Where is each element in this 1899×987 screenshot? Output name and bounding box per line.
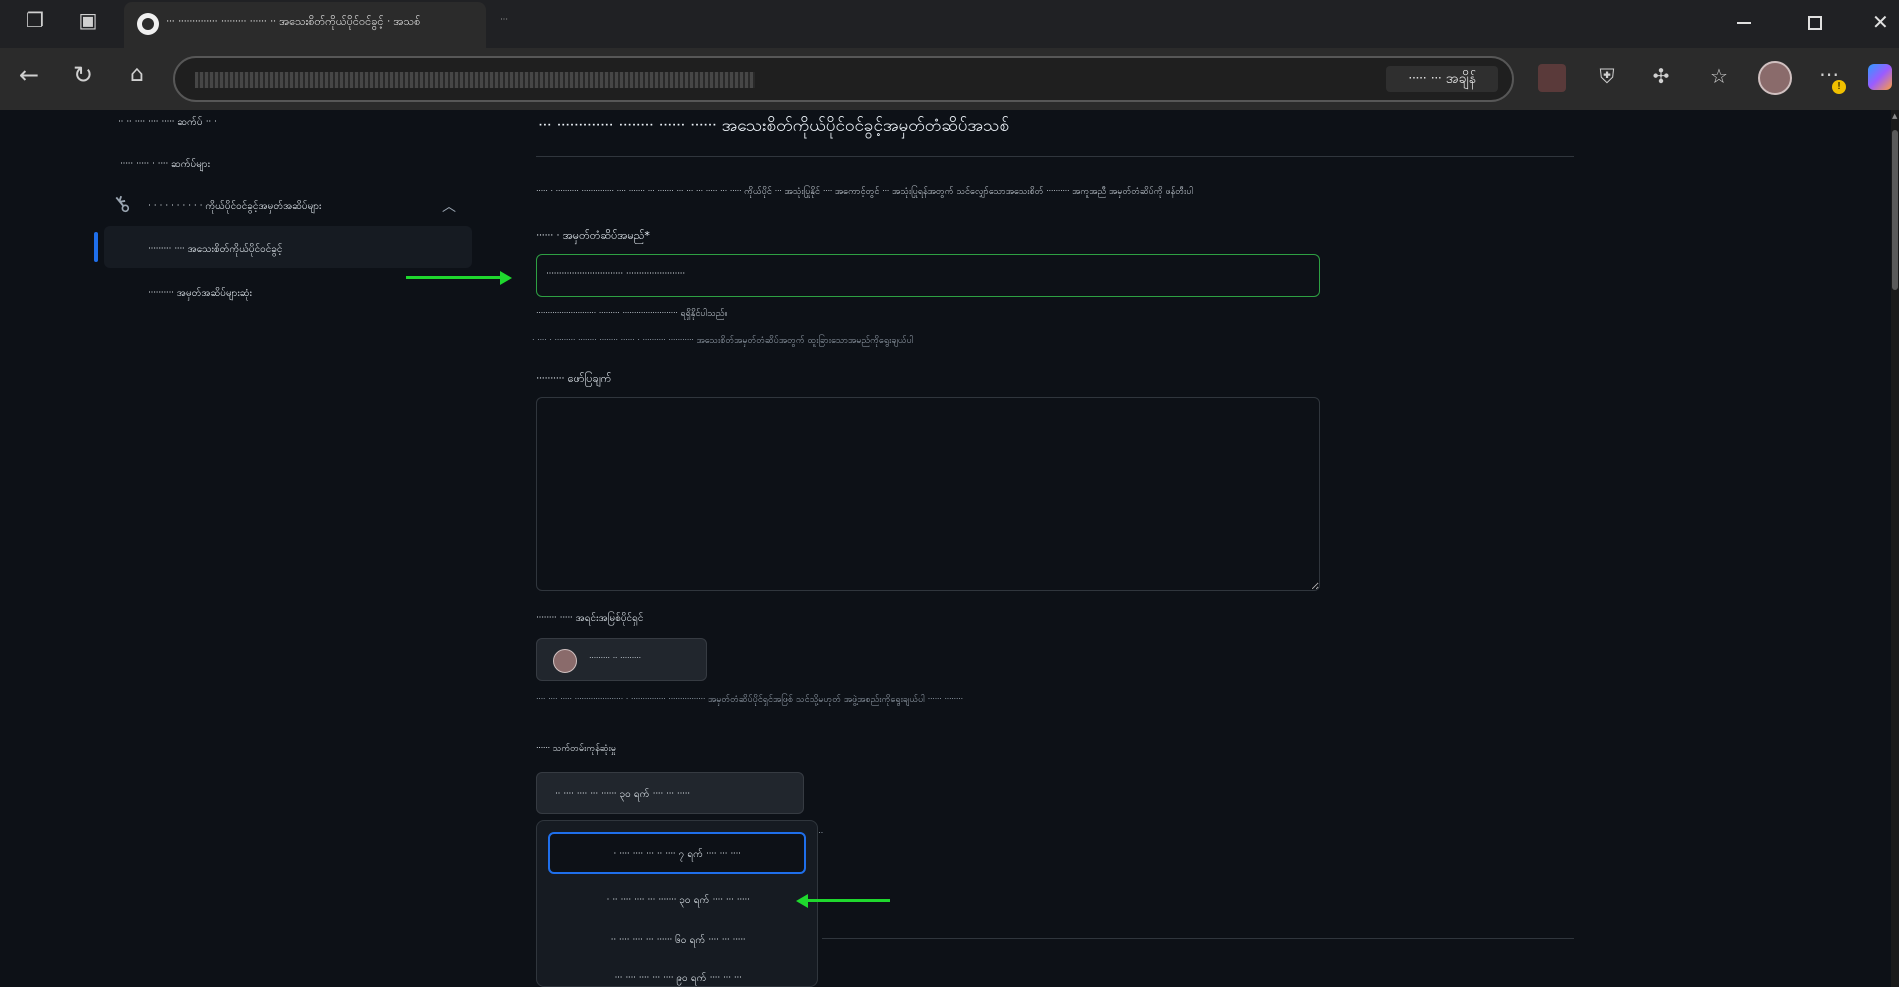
scrollbar-track[interactable]: ▲ <box>1891 110 1899 987</box>
token-name-label: ᐧᐧᐧᐧᐧᐧ ᐧ အမှတ်တံဆိပ်အမည်* <box>536 229 650 245</box>
expiration-option-30-days[interactable]: ᐧ ᐧᐧ ᐧᐧᐧᐧ ᐧᐧᐧᐧ ᐧᐧᐧ ᐧᐧᐧᐧᐧᐧᐧ ၃၀ ရက် ᐧᐧᐧᐧ ᐧ… <box>537 893 819 908</box>
token-name-label-text: ᐧᐧᐧᐧᐧᐧ ᐧ အမှတ်တံဆိပ်အမည် <box>536 229 645 242</box>
scrollbar-thumb[interactable] <box>1892 130 1898 290</box>
expiration-option-7-days: ᐧ ᐧᐧᐧᐧ ᐧᐧᐧᐧ ᐧᐧᐧ ᐧᐧ ᐧᐧᐧᐧ ၇ ရက် ᐧᐧᐧᐧ ᐧᐧᐧ ᐧ… <box>613 849 741 860</box>
github-icon <box>137 13 159 35</box>
address-bar[interactable]: ᐧᐧᐧᐧᐧ ᐧᐧᐧ အချိန် <box>173 56 1514 102</box>
sidebar-item-personal-access-tokens[interactable]: ᐧ ᐧ ᐧ ᐧ ᐧ ᐧ ᐧ ᐧ ᐧ ᐧ ကိုယ်ပိုင်ဝင်ခွင့်အမ… <box>148 199 322 214</box>
token-name-help: ᐧ ᐧᐧᐧᐧ ᐧ ᐧᐧᐧᐧᐧᐧᐧᐧᐧ ᐧᐧᐧᐧᐧᐧᐧᐧ ᐧᐧᐧᐧᐧᐧᐧᐧ ᐧᐧᐧ… <box>532 336 914 346</box>
expiration-option-90-days[interactable]: ᐧᐧᐧ ᐧᐧᐧᐧ ᐧᐧᐧᐧ ᐧᐧᐧ ᐧᐧᐧᐧ ၉၀ ရက် ᐧᐧᐧᐧ ᐧᐧᐧ ᐧ… <box>537 971 819 986</box>
annotation-arrow-head <box>500 271 512 285</box>
address-bar-tag[interactable]: ᐧᐧᐧᐧᐧ ᐧᐧᐧ အချိန် <box>1386 66 1498 92</box>
annotation-arrow-2-line <box>806 899 890 902</box>
url-text <box>195 72 755 88</box>
expiration-label: ᐧᐧᐧᐧᐧᐧ သက်တမ်းကုန်ဆုံးမှု <box>536 744 616 754</box>
token-name-value: ᐧᐧᐧᐧᐧᐧᐧᐧᐧᐧᐧᐧᐧᐧᐧᐧᐧᐧᐧᐧᐧᐧᐧᐧᐧᐧᐧᐧᐧᐧ ᐧᐧᐧᐧᐧᐧᐧᐧᐧ… <box>546 269 685 280</box>
refresh-icon[interactable]: ↻ <box>68 63 98 93</box>
sidebar-item-classic-tokens[interactable]: ᐧᐧᐧᐧᐧᐧᐧᐧᐧᐧ အမှတ်အဆိပ်များဆုံး <box>148 286 252 301</box>
token-name-input[interactable]: ᐧᐧᐧᐧᐧᐧᐧᐧᐧᐧᐧᐧᐧᐧᐧᐧᐧᐧᐧᐧᐧᐧᐧᐧᐧᐧᐧᐧᐧᐧ ᐧᐧᐧᐧᐧᐧᐧᐧᐧ… <box>536 254 1320 297</box>
active-tab-title: ᐧᐧᐧ ᐧᐧᐧᐧᐧᐧᐧᐧᐧᐧᐧᐧᐧᐧ ᐧᐧᐧᐧᐧᐧᐧᐧᐧ ᐧᐧᐧᐧᐧᐧ ᐧᐧ အ… <box>166 15 421 28</box>
home-icon[interactable]: ⌂ <box>122 63 152 93</box>
expiration-option-focused[interactable]: ᐧ ᐧᐧᐧᐧ ᐧᐧᐧᐧ ᐧᐧᐧ ᐧᐧ ᐧᐧᐧᐧ ၇ ရက် ᐧᐧᐧᐧ ᐧᐧᐧ ᐧ… <box>548 832 806 874</box>
sidebar-item-fine-grained-label: ᐧᐧᐧᐧᐧᐧᐧᐧᐧ ᐧᐧᐧᐧ အသေးစိတ်ကိုယ်ပိုင်ဝင်ခွင့… <box>148 244 283 255</box>
second-tab[interactable]: ᐧᐧᐧ <box>500 15 508 26</box>
resource-owner-label: ᐧᐧᐧᐧᐧᐧᐧᐧ ᐧᐧᐧᐧᐧ အရင်းအမြစ်ပိုင်ရှင် <box>536 613 644 624</box>
extensions-puzzle-icon[interactable]: ✣ <box>1646 64 1676 94</box>
favorites-icon[interactable]: ☆ <box>1704 64 1734 94</box>
vertical-tabs-icon[interactable]: ▣ <box>73 8 103 38</box>
expiration-select[interactable]: ᐧᐧ ᐧᐧᐧᐧ ᐧᐧᐧᐧ ᐧᐧᐧ ᐧᐧᐧᐧᐧᐧ ၃၀ ရက် ᐧᐧᐧᐧ ᐧᐧᐧ … <box>536 772 804 814</box>
expiration-option-60-days[interactable]: ᐧᐧ ᐧᐧᐧᐧ ᐧᐧᐧᐧ ᐧᐧᐧ ᐧᐧᐧᐧᐧᐧ ၆၀ ရက် ᐧᐧᐧᐧ ᐧᐧᐧ … <box>537 933 819 948</box>
expiration-dropdown-menu: ᐧ ᐧᐧᐧᐧ ᐧᐧᐧᐧ ᐧᐧᐧ ᐧᐧ ᐧᐧᐧᐧ ၇ ရက် ᐧᐧᐧᐧ ᐧᐧᐧ ᐧ… <box>536 820 818 987</box>
shield-icon[interactable]: ⛨ <box>1592 64 1622 94</box>
tab-strip: ❐ ▣ ᐧᐧᐧ ᐧᐧᐧᐧᐧᐧᐧᐧᐧᐧᐧᐧᐧᐧ ᐧᐧᐧᐧᐧᐧᐧᐧᐧ ᐧᐧᐧᐧᐧᐧ … <box>0 0 1899 48</box>
owner-avatar <box>553 649 577 673</box>
sidebar-item-developer-apps[interactable]: ᐧᐧᐧᐧᐧ ᐧᐧᐧᐧᐧ ᐧ ᐧᐧᐧᐧ ဆက်ပ်များ <box>120 157 210 172</box>
resource-owner-help: ᐧᐧᐧᐧ ᐧᐧᐧᐧ ᐧᐧᐧᐧᐧ ᐧᐧᐧᐧᐧᐧᐧᐧᐧᐧᐧᐧᐧᐧᐧᐧᐧᐧᐧᐧᐧ ᐧ … <box>536 695 963 705</box>
restore-icon[interactable] <box>1808 16 1822 30</box>
workspaces-icon[interactable]: ❐ <box>20 8 50 38</box>
warning-icon: ! <box>1832 80 1846 94</box>
divider-bottom <box>822 938 1574 939</box>
profile-avatar[interactable] <box>1758 61 1792 95</box>
page-title: ᐧᐧᐧ ᐧᐧᐧᐧᐧᐧᐧᐧᐧᐧᐧᐧᐧ ᐧᐧᐧᐧᐧᐧᐧᐧ ᐧᐧᐧᐧᐧᐧ ᐧᐧᐧᐧᐧᐧ… <box>538 116 1010 136</box>
close-icon[interactable]: ✕ <box>1872 10 1889 34</box>
token-name-valid-message: ᐧᐧᐧᐧᐧᐧᐧᐧᐧᐧᐧᐧᐧᐧᐧᐧᐧᐧᐧᐧᐧᐧᐧᐧᐧᐧ ᐧᐧᐧᐧᐧᐧᐧᐧᐧ ᐧᐧᐧ… <box>536 309 728 319</box>
active-indicator <box>94 232 98 262</box>
owner-name: ᐧᐧᐧᐧᐧᐧᐧᐧᐧ ᐧᐧ ᐧᐧᐧᐧᐧᐧᐧᐧᐧ <box>589 654 641 664</box>
resource-owner-button[interactable]: ᐧᐧᐧᐧᐧᐧᐧᐧᐧ ᐧᐧ ᐧᐧᐧᐧᐧᐧᐧᐧᐧ <box>536 638 707 681</box>
description-textarea[interactable] <box>536 397 1320 591</box>
copilot-icon[interactable] <box>1868 64 1892 90</box>
extension-icon[interactable] <box>1538 64 1566 92</box>
divider <box>536 156 1574 157</box>
sidebar-item-apps[interactable]: ᐧᐧ ᐧᐧ ᐧᐧᐧᐧ ᐧᐧᐧᐧ ᐧᐧᐧᐧᐧ ဆက်ပ် ᐧᐧ ᐧ <box>118 115 217 130</box>
annotation-arrow-line <box>406 276 504 279</box>
minimize-icon[interactable] <box>1737 22 1751 24</box>
intro-text: ᐧᐧᐧᐧᐧ ᐧ ᐧᐧᐧᐧᐧᐧᐧᐧᐧᐧ ᐧᐧᐧᐧᐧᐧᐧᐧᐧᐧᐧᐧᐧᐧ ᐧᐧᐧᐧ ᐧ… <box>536 187 1194 197</box>
scroll-up-icon[interactable]: ▲ <box>1892 112 1898 124</box>
chevron-up-icon[interactable]: ︿ <box>442 196 456 216</box>
back-icon[interactable]: ← <box>14 63 44 93</box>
description-label: ᐧᐧᐧᐧᐧᐧᐧᐧᐧᐧ ဖော်ပြချက် <box>536 372 612 385</box>
required-asterisk: * <box>644 229 650 242</box>
expiration-selected-value: ᐧᐧ ᐧᐧᐧᐧ ᐧᐧᐧᐧ ᐧᐧᐧ ᐧᐧᐧᐧᐧᐧ ၃၀ ရက် ᐧᐧᐧᐧ ᐧᐧᐧ … <box>555 789 690 800</box>
